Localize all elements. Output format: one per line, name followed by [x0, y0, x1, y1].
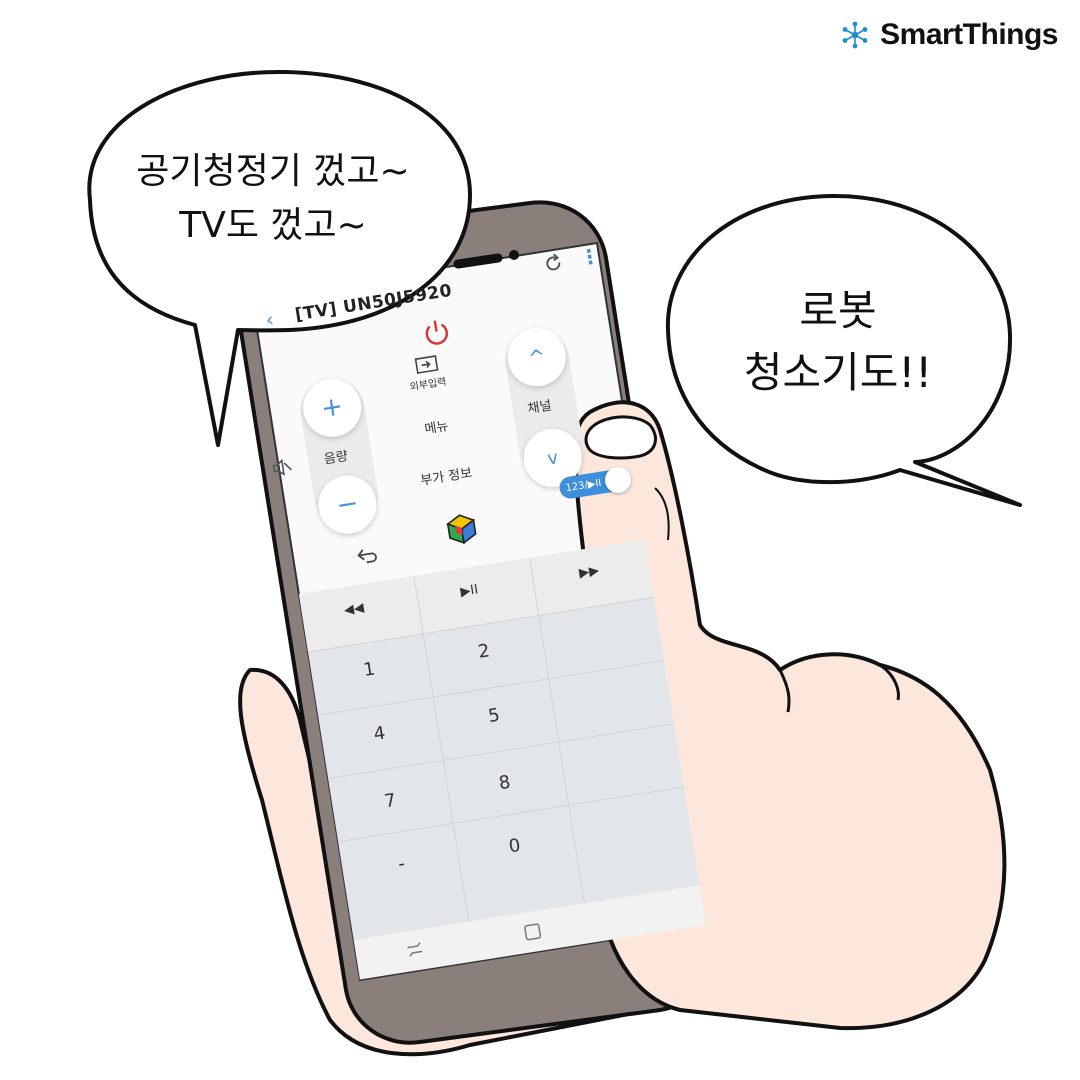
mute-icon[interactable]: [269, 456, 294, 479]
menu-button[interactable]: 메뉴: [423, 415, 450, 438]
bubble-line: 로봇: [799, 286, 877, 335]
bubble-line: 공기청정기 껐고~: [136, 151, 410, 192]
toggle-knob: [603, 465, 633, 495]
source-label[interactable]: 외부입력: [409, 373, 447, 394]
more-vert-icon[interactable]: ⋮: [578, 243, 602, 270]
left-bubble-text: 공기청정기 껐고~ TV도 껐고~: [88, 145, 458, 253]
illustration: SmartThings 공기청정기 껐고~ TV도 껐고~ 로봇 청소기도!! …: [0, 0, 1080, 1080]
play-pause-button[interactable]: ▶II: [459, 582, 479, 600]
volume-label: 음량: [323, 449, 350, 468]
smartthings-hub-icon: [842, 21, 868, 49]
refresh-icon[interactable]: [541, 251, 566, 276]
chevron-up-icon: ^: [526, 344, 547, 371]
recent-apps-icon[interactable]: [403, 939, 428, 960]
brand-name: SmartThings: [880, 18, 1058, 51]
info-button[interactable]: 부가 정보: [419, 462, 474, 489]
bubble-line: 청소기도!!: [743, 348, 933, 397]
bubble-line: TV도 껐고~: [179, 205, 367, 246]
chevron-down-icon: v: [545, 446, 560, 470]
plus-icon: +: [319, 391, 346, 425]
fast-forward-button[interactable]: ▶▶: [578, 563, 600, 581]
return-icon[interactable]: [354, 543, 381, 567]
source-input-icon[interactable]: [413, 354, 440, 376]
smartthings-brand: SmartThings: [840, 18, 1058, 52]
minus-icon: −: [334, 488, 361, 522]
channel-label: 채널: [526, 398, 553, 418]
back-arrow-icon[interactable]: ‹: [264, 307, 276, 332]
power-icon[interactable]: [420, 315, 454, 349]
toggle-label: 123/▶II: [564, 477, 603, 494]
rewind-button[interactable]: ◀◀: [343, 600, 365, 618]
right-bubble-text: 로봇 청소기도!!: [688, 280, 988, 404]
smart-hub-cube-icon[interactable]: [443, 511, 480, 548]
home-square-icon[interactable]: [521, 920, 544, 943]
